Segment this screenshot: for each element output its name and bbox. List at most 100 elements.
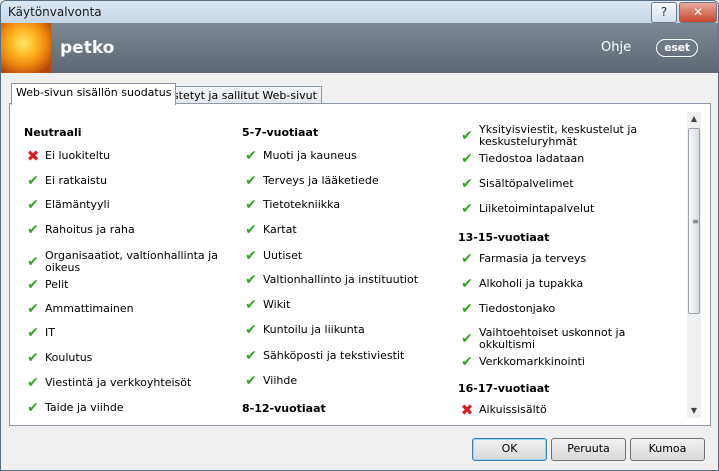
check-icon[interactable]: ✔: [458, 252, 476, 266]
category-item[interactable]: ✔ Kartat: [242, 223, 442, 237]
check-icon[interactable]: ✔: [242, 374, 260, 388]
check-icon[interactable]: ✔: [24, 302, 42, 316]
category-item[interactable]: ✔ Terveys ja lääketiede: [242, 174, 442, 188]
check-icon[interactable]: ✔: [24, 278, 42, 292]
check-icon[interactable]: ✔: [242, 198, 260, 212]
category-label: Kuntoilu ja liikunta: [263, 323, 365, 336]
category-item[interactable]: ✖ Ei luokiteltu: [24, 149, 224, 164]
category-item[interactable]: ✖ Aikuissisältö: [458, 403, 658, 418]
scroll-up-icon[interactable]: ▲: [687, 112, 701, 126]
flower-logo-icon: [1, 23, 51, 73]
check-icon[interactable]: ✔: [242, 149, 260, 163]
category-heading: Neutraali: [24, 126, 82, 139]
category-item[interactable]: ✔ Taide ja viihde: [24, 401, 224, 415]
check-icon[interactable]: ✔: [24, 174, 42, 188]
user-name: petko: [60, 38, 115, 58]
category-item[interactable]: ✔ Rahoitus ja raha: [24, 223, 224, 237]
header-bar: petko Ohje eset: [1, 23, 718, 73]
tab-content-filtering[interactable]: Web-sivun sisällön suodatus: [11, 83, 177, 105]
check-icon[interactable]: ✔: [24, 198, 42, 212]
category-item[interactable]: ✔ Wikit: [242, 298, 442, 312]
help-link[interactable]: Ohje: [601, 40, 631, 55]
category-item[interactable]: ✔ Koulutus: [24, 351, 224, 365]
check-icon[interactable]: ✔: [24, 223, 42, 237]
category-item[interactable]: ✔ Tiedostonjako: [458, 302, 658, 316]
check-icon[interactable]: ✔: [24, 255, 42, 269]
category-item[interactable]: ✔ Verkkomarkkinointi: [458, 355, 658, 369]
category-label: Farmasia ja terveys: [479, 252, 587, 265]
window-title: Käytönvalvonta: [8, 5, 102, 19]
category-item[interactable]: ✔ Kuntoilu ja liikunta: [242, 323, 442, 337]
category-label: Sähköposti ja tekstiviestit: [263, 349, 405, 362]
check-icon[interactable]: ✔: [458, 355, 476, 369]
category-item[interactable]: ✔ Viestintä ja verkkoyhteisöt: [24, 376, 224, 390]
check-icon[interactable]: ✔: [242, 349, 260, 363]
cross-icon[interactable]: ✖: [458, 403, 476, 418]
category-item[interactable]: ✔ Muoti ja kauneus: [242, 149, 442, 163]
category-heading: 13-15-vuotiaat: [458, 231, 550, 244]
category-item[interactable]: ✔ Tietotekniikka: [242, 198, 442, 212]
category-label: Organisaatiot, valtionhallinta ja oikeus: [45, 249, 218, 274]
category-label: Vaihtoehtoiset uskonnot ja okkultismi: [479, 326, 626, 351]
undo-button[interactable]: Kumoa: [630, 438, 705, 461]
category-item[interactable]: ✔ Vaihtoehtoiset uskonnot ja okkultismi: [458, 327, 658, 351]
check-icon[interactable]: ✔: [458, 277, 476, 291]
check-icon[interactable]: ✔: [458, 332, 476, 346]
scrollbar[interactable]: ▲ ≡ ▼: [687, 112, 701, 418]
title-bar: Käytönvalvonta ? ✕: [1, 1, 718, 23]
category-label: Viihde: [263, 374, 298, 387]
category-item[interactable]: ✔ Yksityisviestit, keskustelut ja keskust…: [458, 124, 658, 148]
check-icon[interactable]: ✔: [242, 298, 260, 312]
check-icon[interactable]: ✔: [242, 174, 260, 188]
check-icon[interactable]: ✔: [24, 376, 42, 390]
check-icon[interactable]: ✔: [242, 323, 260, 337]
category-item[interactable]: ✔ IT: [24, 326, 224, 340]
category-item[interactable]: ✔ Farmasia ja terveys: [458, 252, 658, 266]
category-label: Pelit: [45, 278, 69, 291]
cross-icon[interactable]: ✖: [24, 149, 42, 164]
category-item[interactable]: ✔ Ammattimainen: [24, 302, 224, 316]
ok-button[interactable]: OK: [472, 438, 547, 461]
check-icon[interactable]: ✔: [24, 351, 42, 365]
check-icon[interactable]: ✔: [242, 249, 260, 263]
category-item[interactable]: ✔ Tiedostoa ladataan: [458, 152, 658, 166]
category-label: Koulutus: [45, 351, 93, 364]
category-item[interactable]: ✔ Elämäntyyli: [24, 198, 224, 212]
category-label: Uutiset: [263, 249, 303, 262]
check-icon[interactable]: ✔: [458, 202, 476, 216]
check-icon[interactable]: ✔: [242, 223, 260, 237]
category-item[interactable]: ✔ Valtionhallinto ja instituutiot: [242, 273, 442, 287]
cancel-button[interactable]: Peruuta: [551, 438, 626, 461]
category-label: Taide ja viihde: [45, 401, 124, 414]
category-item[interactable]: ✔ Ei ratkaistu: [24, 174, 224, 188]
category-heading: 16-17-vuotiaat: [458, 382, 550, 395]
category-label: Verkkomarkkinointi: [479, 355, 585, 368]
category-item[interactable]: ✔ Organisaatiot, valtionhallinta ja oikeu…: [24, 250, 224, 274]
dialog-window: Käytönvalvonta ? ✕ petko Ohje eset Web-s…: [0, 0, 719, 471]
scroll-thumb[interactable]: ≡: [688, 128, 700, 314]
category-item[interactable]: ✔ Sähköposti ja tekstiviestit: [242, 349, 442, 363]
category-label: Alkoholi ja tupakka: [479, 277, 584, 290]
category-item[interactable]: ✔ Pelit: [24, 278, 224, 292]
category-item[interactable]: ✔ Viihde: [242, 374, 442, 388]
category-heading: 8-12-vuotiaat: [242, 402, 326, 415]
category-label: Tiedostonjako: [479, 302, 556, 315]
category-label: Liiketoimintapalvelut: [479, 202, 595, 215]
category-item[interactable]: ✔ Uutiset: [242, 249, 442, 263]
check-icon[interactable]: ✔: [24, 401, 42, 415]
close-button[interactable]: ✕: [679, 2, 717, 23]
category-item[interactable]: ✔ Sisältöpalvelimet: [458, 177, 658, 191]
check-icon[interactable]: ✔: [458, 129, 476, 143]
check-icon[interactable]: ✔: [458, 152, 476, 166]
category-item[interactable]: ✔ Liiketoimintapalvelut: [458, 202, 658, 216]
check-icon[interactable]: ✔: [24, 326, 42, 340]
category-label: Kartat: [263, 223, 297, 236]
check-icon[interactable]: ✔: [242, 273, 260, 287]
category-label: Yksityisviestit, keskustelut ja keskuste…: [479, 123, 638, 148]
help-button[interactable]: ?: [651, 2, 677, 23]
scroll-down-icon[interactable]: ▼: [687, 404, 701, 418]
category-label: Tietotekniikka: [263, 198, 341, 211]
check-icon[interactable]: ✔: [458, 177, 476, 191]
check-icon[interactable]: ✔: [458, 302, 476, 316]
category-item[interactable]: ✔ Alkoholi ja tupakka: [458, 277, 658, 291]
